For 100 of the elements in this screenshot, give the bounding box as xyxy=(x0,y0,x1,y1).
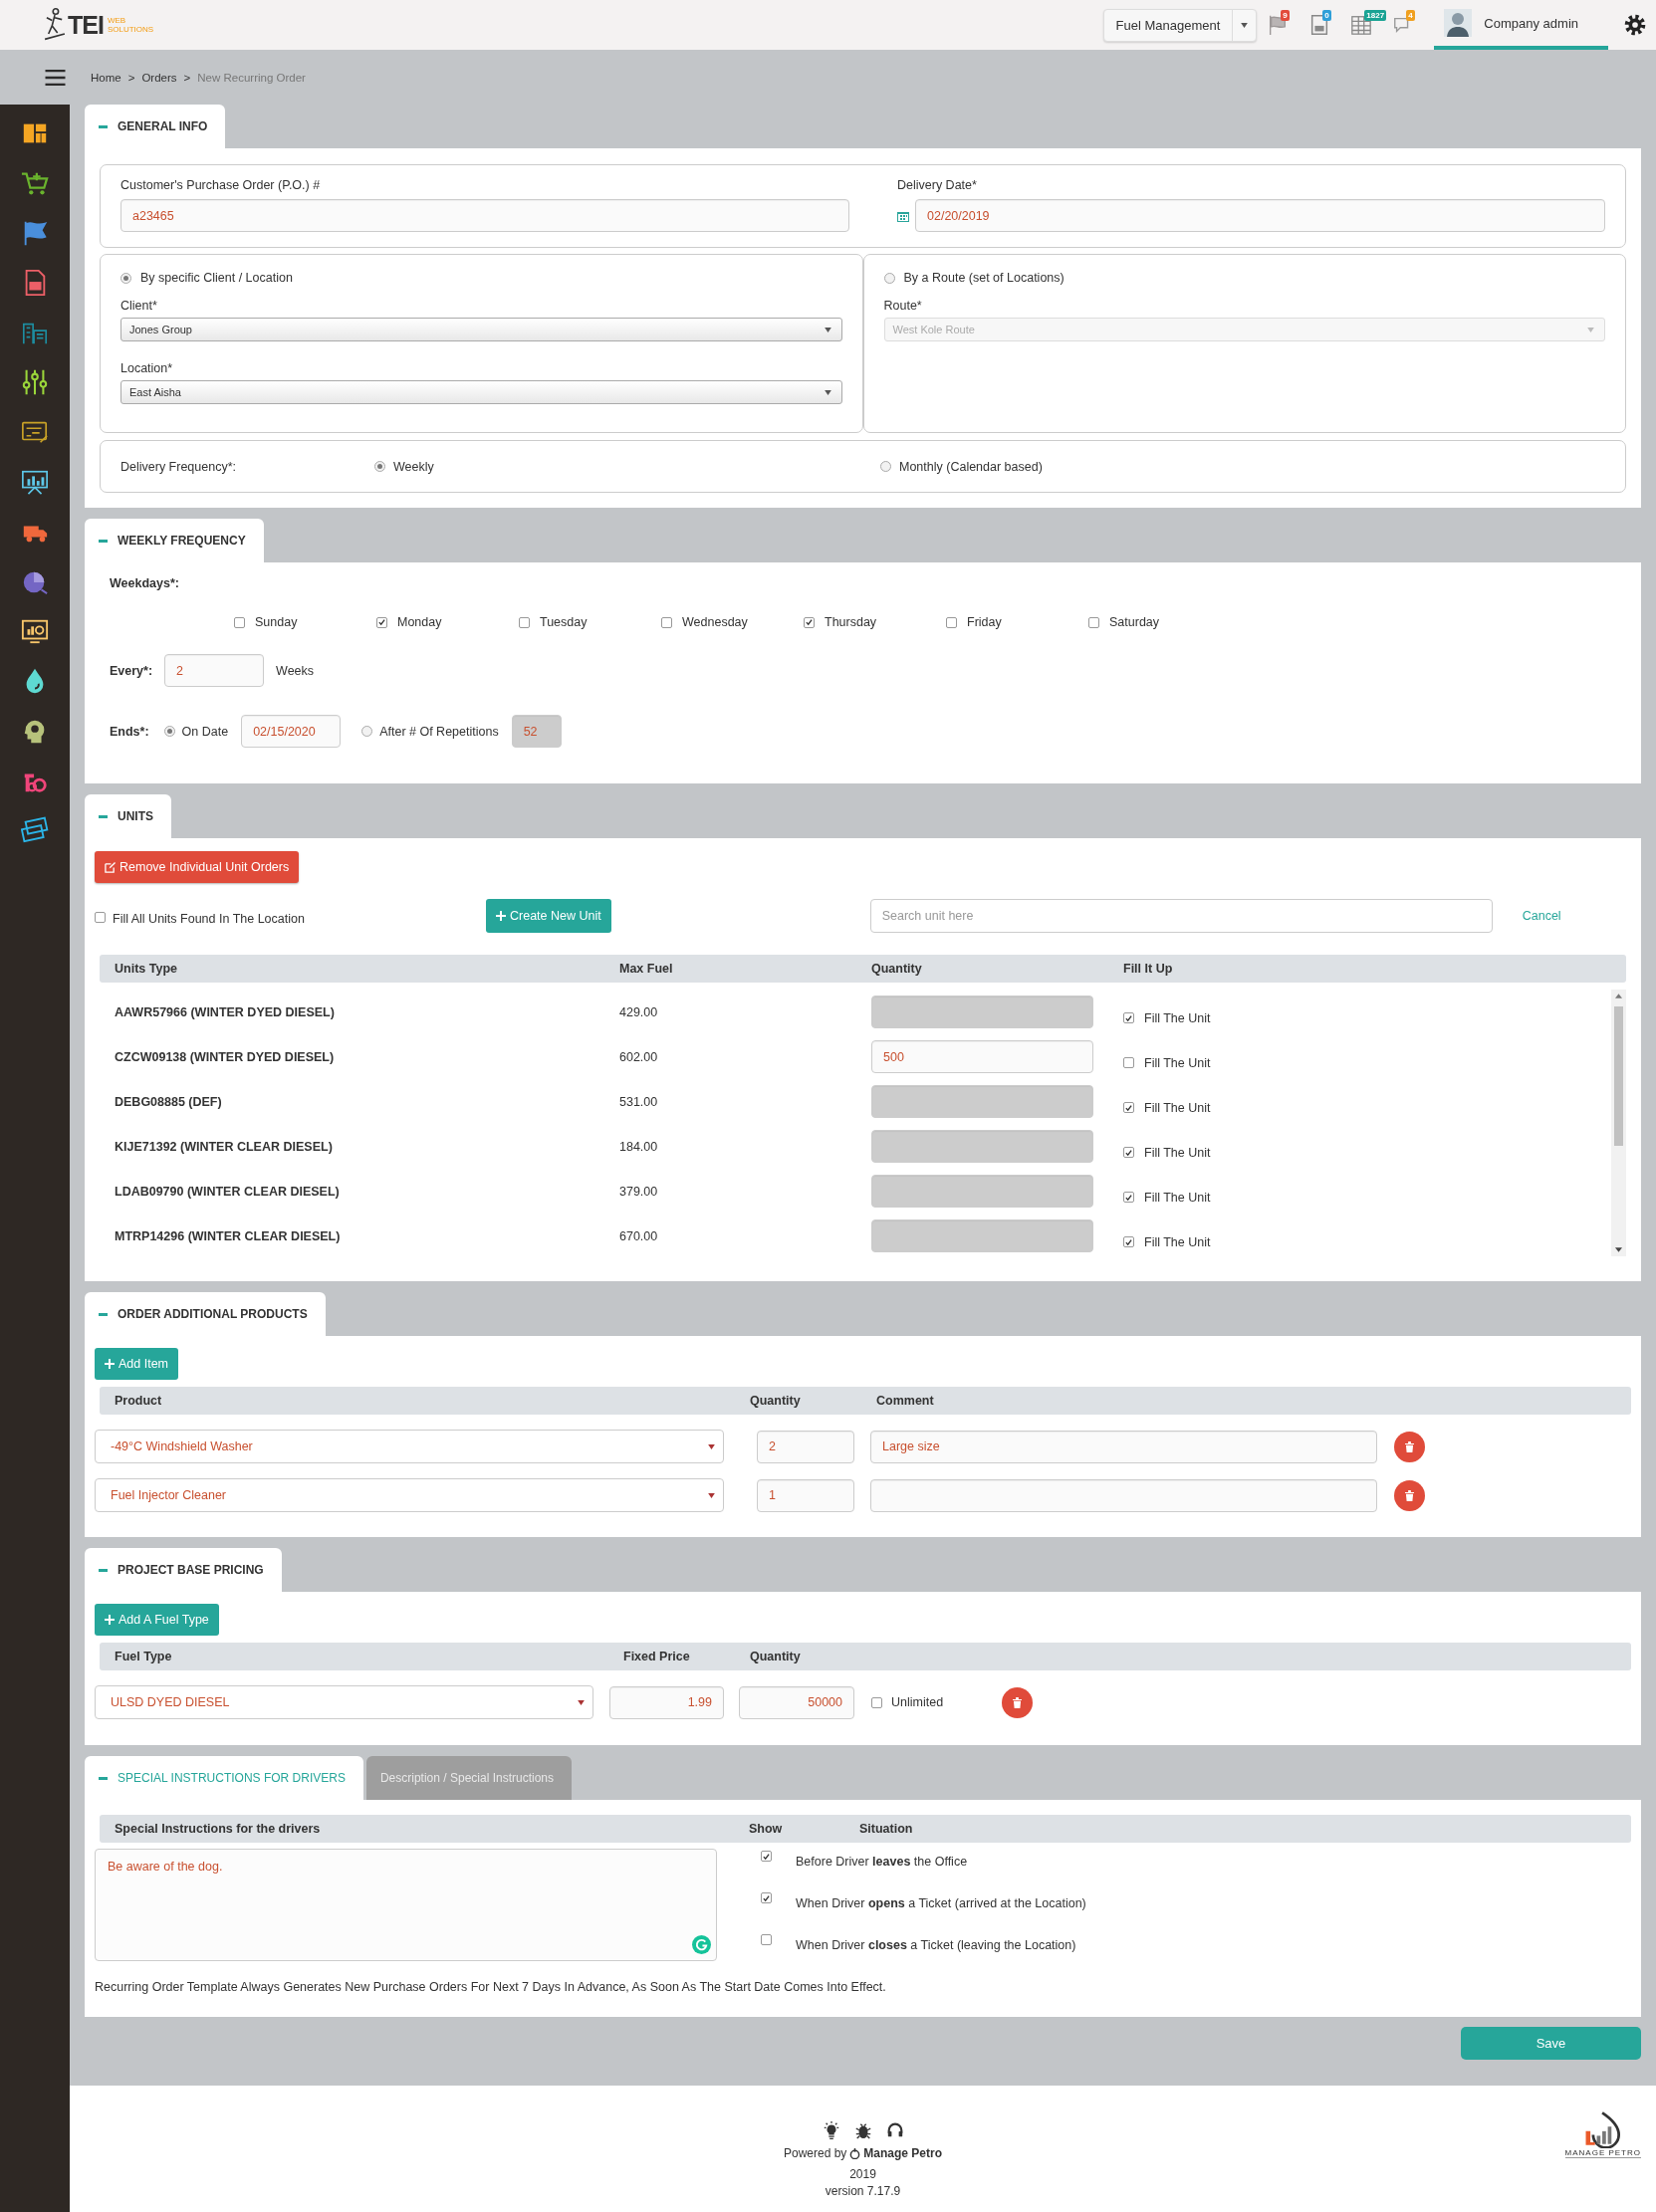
checkbox-label: Fill The Unit xyxy=(1144,1145,1211,1160)
input-field[interactable]: 2 xyxy=(164,654,265,687)
checkbox[interactable] xyxy=(946,616,957,628)
quantity-field[interactable] xyxy=(871,1085,1093,1118)
radio-button[interactable] xyxy=(374,461,385,472)
checkbox[interactable] xyxy=(1123,1147,1134,1158)
column-header: Fuel Type xyxy=(115,1650,173,1663)
caret-icon xyxy=(824,389,831,395)
checkbox[interactable] xyxy=(871,1696,882,1708)
checkbox[interactable] xyxy=(376,616,387,628)
brand-name[interactable]: Manage Petro xyxy=(863,2144,943,2162)
comment-field[interactable] xyxy=(870,1478,1377,1512)
checkbox[interactable] xyxy=(95,912,106,923)
checkbox[interactable] xyxy=(1123,1192,1134,1203)
checkbox[interactable] xyxy=(1088,616,1099,628)
quantity-field[interactable] xyxy=(871,1175,1093,1208)
notification-badge: 9 xyxy=(1281,10,1290,21)
year-text: 2019 xyxy=(849,2165,876,2183)
field-label: Route* xyxy=(883,299,923,313)
input-field[interactable]: 52 xyxy=(511,715,562,748)
scrollbar[interactable] xyxy=(1611,990,1626,1256)
column-header: Fixed Price xyxy=(623,1650,691,1663)
comment-field[interactable]: Large size xyxy=(870,1430,1377,1463)
quantity-field[interactable]: 2 xyxy=(757,1430,854,1463)
checkbox[interactable] xyxy=(761,1892,772,1903)
checkbox[interactable] xyxy=(761,1851,772,1862)
section-tab[interactable]: ORDER ADDITIONAL PRODUCTS xyxy=(85,1292,326,1336)
delete-button[interactable] xyxy=(1394,1479,1425,1511)
scroll-down-icon[interactable] xyxy=(1615,1247,1622,1252)
breadcrumb-link[interactable]: Orders xyxy=(141,71,177,84)
bug-icon[interactable] xyxy=(853,2120,872,2139)
radio-button[interactable] xyxy=(361,726,373,737)
add-item-button[interactable]: Add Item xyxy=(95,1348,179,1380)
save-button[interactable]: Save xyxy=(1461,2027,1641,2060)
input-field[interactable]: 02/15/2020 xyxy=(241,715,342,748)
table-cell-text: 670.00 xyxy=(619,1228,659,1243)
select-field[interactable]: Jones Group xyxy=(120,318,842,341)
lightbulb-icon[interactable] xyxy=(822,2120,840,2139)
module-dropdown[interactable]: Fuel Management xyxy=(1102,8,1258,42)
radio-button[interactable] xyxy=(120,272,131,284)
quantity-field[interactable]: 500 xyxy=(871,1040,1093,1073)
checkbox-label: Fill The Unit xyxy=(1144,1100,1211,1115)
section-tab[interactable]: PROJECT BASE PRICING xyxy=(85,1548,282,1592)
quantity-field[interactable] xyxy=(871,1219,1093,1252)
radio-button[interactable] xyxy=(163,726,175,737)
checkbox[interactable] xyxy=(761,1934,772,1945)
radio-label: By a Route (set of Locations) xyxy=(903,271,1065,285)
checkbox[interactable] xyxy=(804,616,815,628)
radio-button[interactable] xyxy=(880,461,891,472)
radio-button[interactable] xyxy=(883,272,895,284)
situation-text: When Driver opens a Ticket (arrived at the Location) xyxy=(796,1895,1086,1910)
delete-button[interactable] xyxy=(1394,1431,1425,1462)
search-field[interactable]: Search unit here xyxy=(869,899,1493,933)
section-tab[interactable]: WEEKLY FREQUENCY xyxy=(85,519,264,562)
notification-button[interactable]: 1827 xyxy=(1350,10,1385,40)
product-select[interactable]: Fuel Injector Cleaner xyxy=(95,1478,724,1512)
checkbox[interactable] xyxy=(1123,1012,1134,1023)
price-field[interactable]: 1.99 xyxy=(609,1685,724,1719)
cards-icon[interactable] xyxy=(21,816,49,844)
section-tab[interactable]: GENERAL INFO xyxy=(85,105,226,148)
table-cell-text: 429.00 xyxy=(619,1004,659,1019)
section-tab[interactable]: UNITS xyxy=(85,794,171,838)
grammar-icon[interactable] xyxy=(692,1935,711,1954)
checkbox[interactable] xyxy=(661,616,672,628)
monitor-icon[interactable] xyxy=(21,617,49,645)
scroll-up-icon[interactable] xyxy=(1615,994,1622,998)
user-menu[interactable]: Company admin xyxy=(1434,0,1608,50)
select-field[interactable]: East Aisha xyxy=(120,380,842,404)
checkbox[interactable] xyxy=(234,616,245,628)
notification-button[interactable]: 9 xyxy=(1267,10,1301,40)
delete-button[interactable] xyxy=(1002,1686,1033,1718)
remove-orders-button[interactable]: Remove Individual Unit Orders xyxy=(95,851,300,883)
checkbox[interactable] xyxy=(1123,1102,1134,1113)
breadcrumb-link[interactable]: Home xyxy=(91,71,121,84)
calendar-icon[interactable] xyxy=(897,209,909,222)
quantity-field[interactable]: 1 xyxy=(757,1478,854,1512)
fuel-type-select[interactable]: ULSD DYED DIESEL xyxy=(95,1685,593,1719)
cancel-link[interactable]: Cancel xyxy=(1522,909,1561,923)
checkbox[interactable] xyxy=(519,616,530,628)
create-unit-button[interactable]: Create New Unit xyxy=(486,899,611,933)
quantity-field[interactable] xyxy=(871,1130,1093,1163)
section-tab[interactable]: SPECIAL INSTRUCTIONS FOR DRIVERS xyxy=(85,1756,363,1800)
checkbox-label: Tuesday xyxy=(540,615,588,629)
settings-icon[interactable] xyxy=(1622,12,1648,38)
quantity-field[interactable]: 50000 xyxy=(739,1685,854,1719)
sliders-icon[interactable] xyxy=(21,368,49,396)
date-field[interactable]: 02/20/2019 xyxy=(915,199,1605,232)
headset-icon[interactable] xyxy=(885,2120,904,2139)
quantity-field[interactable] xyxy=(871,995,1093,1028)
input-field[interactable]: a23465 xyxy=(120,199,849,232)
add-fuel-type-button[interactable]: Add A Fuel Type xyxy=(95,1604,219,1636)
caret-icon xyxy=(824,327,831,332)
checkbox[interactable] xyxy=(1123,1057,1134,1068)
presentation-icon[interactable] xyxy=(21,468,49,496)
caret-icon xyxy=(708,1492,715,1498)
product-select[interactable]: -49°C Windshield Washer xyxy=(95,1430,724,1463)
notification-button[interactable]: 0 xyxy=(1308,10,1343,40)
checkbox[interactable] xyxy=(1123,1236,1134,1247)
instructions-textarea[interactable]: Be aware of the dog. xyxy=(95,1849,717,1961)
menu-icon[interactable] xyxy=(45,69,66,86)
